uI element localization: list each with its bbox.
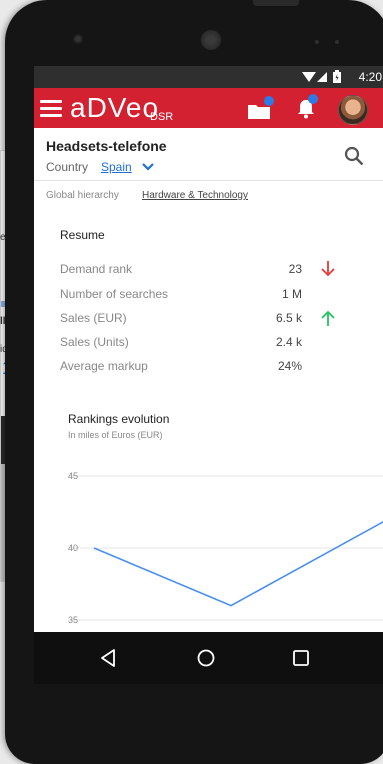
arrow-up-icon	[321, 310, 335, 326]
resume-row-value: 2.4 k	[275, 335, 302, 349]
series-line	[93, 521, 383, 607]
home-icon[interactable]	[194, 646, 218, 670]
wifi-icon	[302, 72, 316, 82]
search-icon[interactable]	[344, 146, 364, 166]
resume-row-average-markup: Average markup 24%	[60, 359, 340, 375]
proximity-sensor	[315, 40, 319, 44]
resume-row-sales-eur: Sales (EUR) 6.5 k	[60, 310, 340, 327]
resume-row-value: 23	[288, 262, 302, 276]
resume-row-label: Demand rank	[60, 262, 133, 276]
hamburger-menu-icon[interactable]	[40, 98, 62, 118]
resume-row-searches: Number of searches 1 M	[60, 287, 340, 303]
front-camera	[73, 34, 83, 44]
phone-device: 4:20 aDVeo DSR Headsets-telefone Country	[5, 0, 383, 764]
hierarchy-label: Global hierarchy	[46, 190, 119, 201]
resume-row-demand-rank: Demand rank 23	[60, 261, 340, 278]
bell-notification-dot	[308, 94, 318, 104]
resume-row-label: Average markup	[60, 359, 148, 373]
product-header: Headsets-telefone Country Spain	[34, 128, 383, 181]
y-tick-label: 40	[68, 543, 78, 553]
status-bar: 4:20	[34, 66, 383, 88]
hierarchy-link[interactable]: Hardware & Technology	[142, 190, 248, 201]
status-time: 4:20	[358, 70, 382, 84]
resume-row-value: 24%	[277, 359, 302, 373]
recents-icon[interactable]	[289, 646, 313, 670]
y-tick-label: 45	[68, 471, 78, 481]
resume-row-label: Sales (Units)	[60, 335, 129, 349]
earpiece-speaker	[201, 30, 221, 50]
phone-top-button	[253, 0, 299, 6]
resume-row-value: 1 M	[281, 287, 302, 301]
resume-row-label: Number of searches	[60, 287, 169, 301]
country-selector[interactable]: Spain	[101, 160, 132, 174]
light-sensor	[335, 40, 339, 44]
chevron-down-icon[interactable]	[142, 162, 154, 172]
resume-row-label: Sales (EUR)	[60, 311, 127, 325]
user-avatar[interactable]	[338, 95, 368, 125]
folder-notification-dot	[264, 96, 274, 106]
product-title: Headsets-telefone	[46, 138, 167, 154]
battery-icon	[333, 70, 341, 83]
resume-title: Resume	[60, 228, 105, 242]
phone-screen: 4:20 aDVeo DSR Headsets-telefone Country	[34, 66, 383, 684]
chart-title: Rankings evolution	[68, 412, 170, 426]
signal-icon	[317, 72, 327, 82]
country-label: Country	[46, 160, 89, 174]
chart-subtitle: In miles of Euros (EUR)	[68, 430, 163, 440]
y-tick-label: 35	[68, 615, 78, 625]
app-bar: aDVeo DSR	[34, 88, 383, 128]
brand-subtitle: DSR	[150, 111, 174, 123]
back-icon[interactable]	[96, 646, 120, 670]
resume-row-sales-units: Sales (Units) 2.4 k	[60, 335, 340, 351]
resume-row-value: 6.5 k	[275, 311, 302, 325]
arrow-down-icon	[321, 261, 335, 277]
brand-logo: aDVeo	[70, 92, 160, 123]
android-nav-bar	[34, 632, 383, 684]
